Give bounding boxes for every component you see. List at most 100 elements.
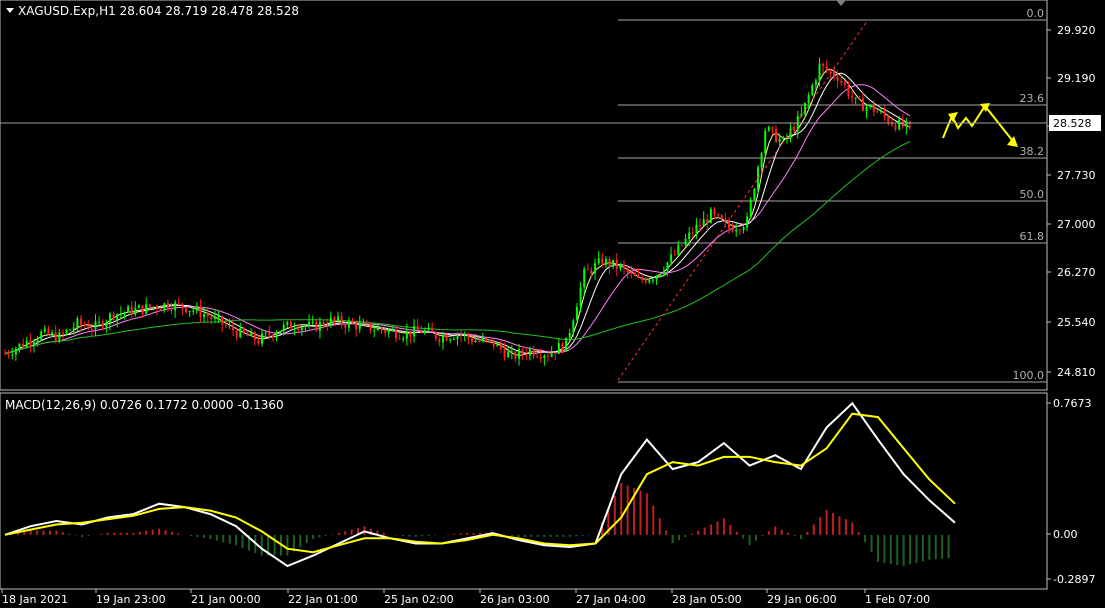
candle-body: [413, 325, 416, 337]
candle-body: [861, 98, 864, 111]
candle-body: [550, 352, 553, 357]
candle-body: [221, 316, 224, 325]
candle-body: [246, 332, 249, 337]
candle-body: [691, 232, 694, 234]
candle-body: [90, 328, 93, 330]
candle-body: [315, 321, 318, 331]
candle-body: [405, 331, 408, 339]
candle-body: [525, 353, 528, 356]
candle-body: [358, 322, 361, 330]
candle-body: [72, 327, 75, 330]
candle-body: [575, 306, 578, 321]
candle-body: [373, 330, 376, 332]
candle-body: [612, 259, 615, 267]
candle-body: [746, 216, 749, 228]
candle-body: [887, 116, 890, 123]
candle-body: [594, 263, 597, 274]
candle-body: [467, 334, 470, 339]
candle-body: [94, 321, 97, 330]
candle-body: [662, 271, 665, 275]
candle-body: [680, 244, 683, 246]
candle-body: [362, 322, 365, 324]
candle-body: [583, 268, 586, 288]
price-tick-label: 24.810: [1057, 366, 1096, 379]
candle-body: [883, 111, 886, 117]
candle-body: [586, 268, 589, 270]
candle-body: [340, 316, 343, 325]
candle-body: [434, 332, 437, 339]
candle-body: [43, 328, 46, 332]
candle-body: [261, 333, 264, 344]
candle-body: [148, 304, 151, 308]
candle-body: [11, 354, 14, 356]
candle-body: [485, 338, 488, 340]
candle-body: [818, 63, 821, 81]
candle-body: [337, 316, 340, 321]
candle-body: [894, 125, 897, 130]
candle-body: [630, 272, 633, 274]
candle-body: [579, 287, 582, 307]
candle-body: [47, 328, 50, 335]
candle-body: [289, 321, 292, 329]
price-chart-panel[interactable]: 0.0 23.6 38.2 50.0 61.8 100.0 XAGUSD.Exp,H1 2…: [0, 0, 1048, 391]
candle-body: [116, 313, 119, 320]
macd-panel[interactable]: MACD(12,26,9) 0.0726 0.1772 0.0000 -0.13…: [0, 392, 1048, 590]
candle-body: [753, 188, 756, 200]
candle-body: [673, 254, 676, 256]
candle-body: [235, 330, 238, 338]
candle-body: [554, 352, 557, 354]
candle-body: [4, 353, 6, 355]
candle-body: [767, 127, 770, 131]
candle-body: [282, 324, 285, 332]
candle-body: [619, 264, 622, 269]
candle-body: [58, 332, 61, 342]
price-tick-label: 29.190: [1057, 72, 1096, 85]
price-tick-label: 27.000: [1057, 218, 1096, 231]
candle-body: [416, 325, 419, 331]
fib-level-label: 61.8: [1020, 230, 1045, 243]
candle-body: [604, 258, 607, 265]
candle-body: [36, 339, 39, 343]
candle-body: [76, 318, 79, 328]
candle-body: [825, 65, 828, 71]
candle-body: [796, 115, 799, 132]
candle-body: [496, 343, 499, 347]
time-tick-label: 26 Jan 03:00: [480, 593, 550, 606]
candle-body: [61, 332, 64, 334]
price-tick-label: 27.730: [1057, 169, 1096, 182]
candle-body: [163, 303, 166, 310]
candle-body: [166, 303, 169, 309]
candle-body: [228, 324, 231, 326]
time-tick-label: 1 Feb 07:00: [865, 593, 930, 606]
candle-body: [872, 104, 875, 112]
candle-body: [112, 313, 115, 320]
candle-body: [547, 355, 549, 357]
fib-level-label: 50.0: [1020, 188, 1045, 201]
candle-body: [210, 316, 213, 319]
candle-body: [32, 342, 35, 346]
candle-body: [836, 76, 839, 81]
candle-body: [239, 327, 242, 338]
trading-terminal: 0.0 23.6 38.2 50.0 61.8 100.0 XAGUSD.Exp,H1 2…: [0, 0, 1101, 606]
candle-body: [811, 85, 814, 96]
candle-body: [347, 320, 350, 328]
candle-body: [449, 339, 452, 341]
macd-label: MACD(12,26,9) 0.0726 0.1772 0.0000 -0.13…: [5, 398, 284, 412]
candle-body: [865, 106, 868, 111]
candle-body: [847, 85, 850, 96]
candle-body: [717, 214, 720, 216]
candle-body: [840, 80, 843, 83]
candle-body: [724, 219, 727, 222]
candle-body: [7, 353, 10, 355]
candle-body: [713, 209, 716, 215]
macd-tick-label: -0.2897: [1053, 573, 1095, 586]
candle-body: [304, 325, 307, 328]
candle-body: [87, 325, 90, 329]
candle-body: [470, 338, 473, 342]
candle-body: [119, 313, 122, 315]
candle-body: [771, 127, 774, 129]
candle-body: [40, 331, 43, 340]
candle-body: [51, 332, 54, 335]
candle-body: [445, 336, 448, 341]
candle-body: [735, 229, 738, 232]
